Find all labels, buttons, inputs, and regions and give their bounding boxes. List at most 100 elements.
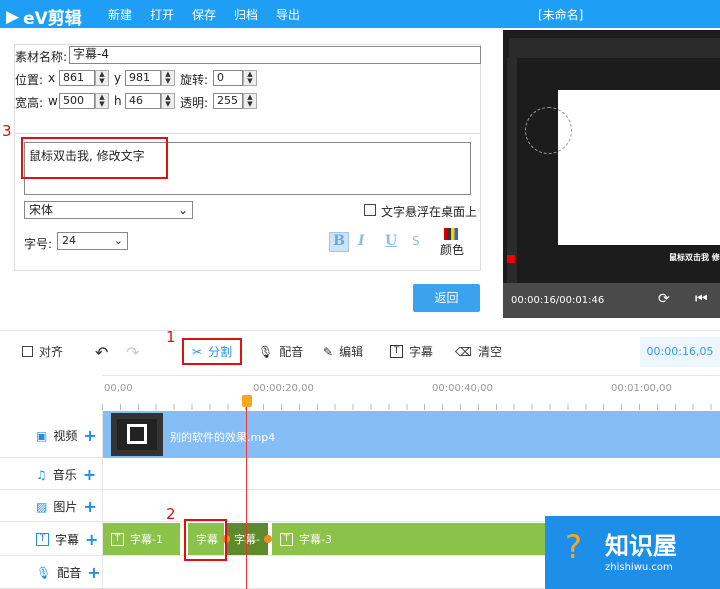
checkbox-icon: [22, 346, 33, 357]
ruler-label: 00,00: [104, 383, 133, 394]
color-grid-icon[interactable]: [444, 228, 458, 240]
music-icon: ♫: [36, 467, 47, 482]
add-dub-icon[interactable]: +: [87, 563, 100, 582]
app-logo: ▶ eV剪辑: [6, 4, 82, 30]
add-music-icon[interactable]: +: [83, 465, 96, 484]
brush-cursor: [525, 107, 572, 154]
h-label: h: [114, 94, 122, 108]
menu-save[interactable]: 保存: [192, 6, 216, 23]
chevron-down-icon: ⌄: [177, 203, 188, 217]
italic-button[interactable]: I: [358, 233, 365, 249]
video-clip-name: 别的软件的效果.mp4: [170, 431, 276, 444]
clear-button[interactable]: ⌫ 清空: [455, 343, 502, 360]
preview-controls: 00:00:16/00:01:46 ⟳ ⏮: [503, 283, 720, 318]
track-label-subtitle: T 字幕 +: [36, 530, 98, 549]
x-spinner[interactable]: ▲ ▼: [95, 70, 109, 86]
underline-button[interactable]: U: [385, 233, 397, 249]
edit-label: 编辑: [339, 345, 364, 359]
annotation-3: 3: [2, 122, 12, 140]
bold-button[interactable]: B: [329, 232, 349, 252]
redo-icon[interactable]: ↷: [126, 343, 139, 362]
skip-back-icon[interactable]: ⏮: [695, 291, 708, 307]
height-input[interactable]: 46: [125, 93, 161, 109]
subtitle-button[interactable]: T 字幕: [390, 343, 433, 360]
y-input[interactable]: 981: [125, 70, 161, 86]
highlight-box-3: [21, 137, 168, 179]
float-label: 文字悬浮在桌面上: [381, 205, 478, 219]
name-input[interactable]: 字幕-4: [69, 46, 481, 64]
video-label: 视频: [53, 429, 78, 443]
font-size-select[interactable]: 24 ⌄: [57, 232, 128, 250]
track-label-image: ▨ 图片 +: [36, 497, 97, 516]
font-size-label: 字号:: [24, 237, 53, 251]
menu-new[interactable]: 新建: [108, 6, 132, 23]
track-music: [0, 458, 720, 490]
track-label-dub: 🎙 配音 +: [36, 563, 101, 582]
align-label: 对齐: [39, 345, 64, 359]
divider: [15, 133, 481, 134]
preview-caption: 鼠标双击我 修改: [669, 253, 720, 262]
video-thumbnail: [111, 413, 163, 456]
image-icon: ▨: [36, 499, 48, 514]
split-label: 分割: [208, 345, 233, 359]
preview-time: 00:00:16/00:01:46: [511, 295, 605, 306]
add-subtitle-icon[interactable]: +: [85, 530, 98, 549]
text-icon: T: [280, 532, 293, 546]
rotate-label: 旋转:: [180, 73, 209, 87]
ruler-label: 00:01:00,00: [611, 383, 672, 394]
question-monitor-icon: ?: [565, 528, 582, 566]
replay-icon[interactable]: ⟳: [658, 291, 670, 307]
strike-button[interactable]: S: [412, 234, 420, 248]
menu-open[interactable]: 打开: [150, 6, 174, 23]
video-clip[interactable]: 别的软件的效果.mp4: [103, 411, 720, 458]
edit-button[interactable]: ✎ 编辑: [323, 343, 363, 360]
width-input[interactable]: 500: [59, 93, 95, 109]
text-icon: T: [390, 345, 403, 358]
clip-label: 字幕-3: [299, 533, 332, 546]
opacity-spinner[interactable]: ▲ ▼: [243, 93, 257, 109]
add-video-icon[interactable]: +: [83, 426, 96, 445]
float-checkbox[interactable]: [364, 204, 376, 216]
subtitle-track-label: 字幕: [55, 533, 80, 547]
height-spinner[interactable]: ▲ ▼: [161, 93, 175, 109]
watermark-logo: ? 知识屋 zhishiwu.com: [545, 516, 720, 589]
preview-ps-tools: [507, 58, 517, 283]
pencil-icon: ✎: [323, 344, 334, 359]
opacity-input[interactable]: 255: [213, 93, 243, 109]
color-label[interactable]: 颜色: [440, 241, 464, 258]
width-spinner[interactable]: ▲ ▼: [95, 93, 109, 109]
dub-button[interactable]: 🎙 配音: [258, 343, 303, 360]
video-icon: ▣: [36, 428, 48, 443]
current-time: 00:00:16,05: [640, 337, 720, 367]
music-label: 音乐: [52, 468, 77, 482]
font-select[interactable]: 宋体 ⌄: [24, 201, 193, 219]
play-logo-icon: ▶: [6, 6, 20, 27]
back-button[interactable]: 返回: [413, 284, 480, 312]
preview-canvas: [558, 90, 720, 245]
opacity-label: 透明:: [180, 96, 209, 110]
y-spinner[interactable]: ▲ ▼: [161, 70, 175, 86]
title-bar: ▶ eV剪辑 新建 打开 保存 归档 导出 [未命名]: [0, 0, 720, 30]
x-input[interactable]: 861: [59, 70, 95, 86]
preview-ps-toolbar: [509, 38, 720, 58]
menu-archive[interactable]: 归档: [234, 6, 258, 23]
microphone-icon: 🎙: [36, 565, 52, 580]
add-image-icon[interactable]: +: [83, 497, 96, 516]
subtitle-clip-1[interactable]: T 字幕-1: [103, 523, 180, 555]
chevron-down-icon: ⌄: [113, 234, 123, 247]
undo-icon[interactable]: ↶: [95, 343, 108, 362]
annotation-1: 1: [166, 328, 176, 346]
clear-label: 清空: [477, 345, 502, 359]
size-label: 宽高:: [15, 96, 44, 110]
rotate-spinner[interactable]: ▲ ▼: [243, 70, 257, 86]
subtitle-clip-selected[interactable]: 字幕-: [226, 523, 268, 555]
rotate-input[interactable]: 0: [213, 70, 243, 86]
playhead-handle[interactable]: [242, 395, 252, 407]
app-name: eV剪辑: [23, 9, 82, 29]
text-icon: T: [36, 533, 49, 546]
subtitle-label: 字幕: [409, 345, 434, 359]
clip-handle-right[interactable]: [264, 535, 272, 543]
menu-export[interactable]: 导出: [276, 6, 300, 23]
align-checkbox[interactable]: 对齐: [22, 343, 63, 360]
split-button[interactable]: ✂ 分割: [182, 338, 243, 365]
